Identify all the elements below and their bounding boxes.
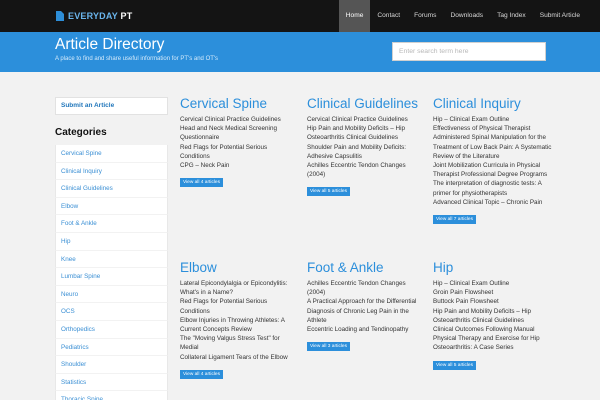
view-all-button[interactable]: View all 4 articles <box>180 178 223 188</box>
article-link[interactable]: Cervical Clinical Practice Guidelines <box>180 115 298 124</box>
search-input[interactable] <box>392 42 546 61</box>
article-link[interactable]: The "Moving Valgus Stress Test" for Medi… <box>180 334 298 352</box>
article-link[interactable]: Hip Pain and Mobility Deficits – Hip <box>307 124 425 133</box>
view-all-button[interactable]: View all 5 articles <box>433 360 476 370</box>
article-link[interactable]: Achilles Eccentric Tendon Changes (2004) <box>307 279 425 297</box>
category-item[interactable]: Hip <box>55 232 168 251</box>
section-title[interactable]: Elbow <box>180 259 298 279</box>
article-link[interactable]: Lateral Epicondylalgia or Epicondylitis: <box>180 279 298 288</box>
article-link[interactable]: Elbow Injuries in Throwing Athletes: A <box>180 316 298 325</box>
article-link[interactable]: What's in a Name? <box>180 288 298 297</box>
nav-contact[interactable]: Contact <box>370 0 407 32</box>
category-item[interactable]: Pediatrics <box>55 338 168 357</box>
view-all-button[interactable]: View all 5 articles <box>307 187 350 197</box>
category-item[interactable]: Elbow <box>55 197 168 216</box>
categories-heading: Categories <box>55 127 107 138</box>
category-list: Cervical Spine Clinical Inquiry Clinical… <box>55 145 168 400</box>
category-item[interactable]: Neuro <box>55 285 168 304</box>
article-link[interactable]: Effectiveness of Physical Therapist <box>433 124 563 133</box>
view-all-button[interactable]: View all 4 articles <box>180 369 223 379</box>
article-link[interactable]: Osteoarthritis Clinical Guidelines <box>433 316 563 325</box>
article-link[interactable]: Physical Therapy and Exercise for Hip <box>433 334 563 343</box>
category-item[interactable]: OCS <box>55 303 168 321</box>
article-link[interactable]: Adhesive Capsulitis <box>307 152 425 161</box>
article-link[interactable]: Athlete <box>307 316 425 325</box>
section-clinical-inquiry: Clinical Inquiry Hip – Clinical Exam Out… <box>433 95 563 225</box>
article-list: Cervical Clinical Practice Guidelines He… <box>180 115 298 170</box>
section-elbow: Elbow Lateral Epicondylalgia or Epicondy… <box>180 259 298 380</box>
article-link[interactable]: CPG – Neck Pain <box>180 161 298 170</box>
article-link[interactable]: A Practical Approach for the Differentia… <box>307 297 425 306</box>
category-item[interactable]: Thoracic Spine <box>55 391 168 400</box>
nav-downloads[interactable]: Downloads <box>443 0 490 32</box>
category-item[interactable]: Orthopedics <box>55 320 168 339</box>
article-link[interactable]: Eccentric Loading and Tendinopathy <box>307 325 425 334</box>
article-list: Hip – Clinical Exam Outline Groin Pain F… <box>433 279 563 353</box>
category-item[interactable]: Clinical Guidelines <box>55 180 168 198</box>
main-nav: Home Contact Forums Downloads Tag Index … <box>338 0 587 32</box>
article-list: Lateral Epicondylalgia or Epicondylitis:… <box>180 279 298 362</box>
nav-home[interactable]: Home <box>338 0 371 32</box>
page-header: Article Directory A place to find and sh… <box>0 32 600 72</box>
page-title: Article Directory <box>55 36 165 53</box>
article-link[interactable]: Buttock Pain Flowsheet <box>433 297 563 306</box>
article-link[interactable]: Questionnaire <box>180 133 298 142</box>
article-link[interactable]: Joint Mobilization Curricula in Physical <box>433 161 563 170</box>
section-title[interactable]: Clinical Inquiry <box>433 95 563 115</box>
page-subtitle: A place to find and share useful informa… <box>55 56 219 62</box>
brand-logo[interactable]: EVERYDAY PT <box>56 10 132 22</box>
article-link[interactable]: Head and Neck Medical Screening <box>180 124 298 133</box>
section-title[interactable]: Hip <box>433 259 563 279</box>
category-item[interactable]: Statistics <box>55 373 168 392</box>
article-link[interactable]: Shoulder Pain and Mobility Deficits: <box>307 143 425 152</box>
view-all-button[interactable]: View all 3 articles <box>307 342 350 352</box>
article-link[interactable]: Advanced Clinical Topic – Chronic Pain <box>433 198 563 207</box>
article-link[interactable]: Achilles Eccentric Tendon Changes (2004) <box>307 161 425 179</box>
category-item[interactable]: Cervical Spine <box>55 145 168 163</box>
article-link[interactable]: Red Flags for Potential Serious Conditio… <box>180 143 298 161</box>
nav-tag-index[interactable]: Tag Index <box>490 0 533 32</box>
submit-article-label: Submit an Article <box>61 102 115 109</box>
article-link[interactable]: The interpretation of diagnostic tests: … <box>433 179 563 188</box>
category-item[interactable]: Shoulder <box>55 356 168 374</box>
article-link[interactable]: Hip – Clinical Exam Outline <box>433 279 563 288</box>
category-item[interactable]: Foot & Ankle <box>55 215 168 233</box>
article-link[interactable]: Treatment of Low Back Pain: A Systematic <box>433 143 563 152</box>
category-item[interactable]: Knee <box>55 250 168 269</box>
article-list: Cervical Clinical Practice Guidelines Hi… <box>307 115 425 179</box>
section-cervical-spine: Cervical Spine Cervical Clinical Practic… <box>180 95 298 188</box>
article-link[interactable]: Review of the Literature <box>433 152 563 161</box>
section-foot-ankle: Foot & Ankle Achilles Eccentric Tendon C… <box>307 259 425 352</box>
document-icon <box>56 11 64 21</box>
article-link[interactable]: Collateral Ligament Tears of the Elbow <box>180 353 298 362</box>
section-title[interactable]: Foot & Ankle <box>307 259 425 279</box>
article-link[interactable]: Hip Pain and Mobility Deficits – Hip <box>433 307 563 316</box>
brand-name: EVERYDAY PT <box>68 11 133 21</box>
article-link[interactable]: Red Flags for Potential Serious Conditio… <box>180 297 298 315</box>
article-link[interactable]: Osteoarthritis: A Case Series <box>433 343 563 352</box>
category-item[interactable]: Lumbar Spine <box>55 268 168 286</box>
view-all-button[interactable]: View all 7 articles <box>433 215 476 225</box>
section-hip: Hip Hip – Clinical Exam Outline Groin Pa… <box>433 259 563 371</box>
article-link[interactable]: primer for physiotherapists <box>433 189 563 198</box>
article-link[interactable]: Osteoarthritis Clinical Guidelines <box>307 133 425 142</box>
article-link[interactable]: Groin Pain Flowsheet <box>433 288 563 297</box>
section-title[interactable]: Cervical Spine <box>180 95 298 115</box>
submit-article-link[interactable]: Submit an Article <box>55 97 168 115</box>
nav-forums[interactable]: Forums <box>407 0 443 32</box>
category-item[interactable]: Clinical Inquiry <box>55 162 168 181</box>
article-link[interactable]: Clinical Outcomes Following Manual <box>433 325 563 334</box>
article-link[interactable]: Administered Spinal Manipulation for the <box>433 133 563 142</box>
article-link[interactable]: Diagnosis of Chronic Leg Pain in the <box>307 307 425 316</box>
section-clinical-guidelines: Clinical Guidelines Cervical Clinical Pr… <box>307 95 425 197</box>
article-list: Achilles Eccentric Tendon Changes (2004)… <box>307 279 425 334</box>
article-link[interactable]: Cervical Clinical Practice Guidelines <box>307 115 425 124</box>
article-link[interactable]: Current Concepts Review <box>180 325 298 334</box>
top-navbar: EVERYDAY PT Home Contact Forums Download… <box>0 0 600 32</box>
nav-submit-article[interactable]: Submit Article <box>533 0 587 32</box>
article-list: Hip – Clinical Exam Outline Effectivenes… <box>433 115 563 207</box>
section-title[interactable]: Clinical Guidelines <box>307 95 425 115</box>
article-link[interactable]: Therapist Professional Degree Programs <box>433 170 563 179</box>
article-link[interactable]: Hip – Clinical Exam Outline <box>433 115 563 124</box>
